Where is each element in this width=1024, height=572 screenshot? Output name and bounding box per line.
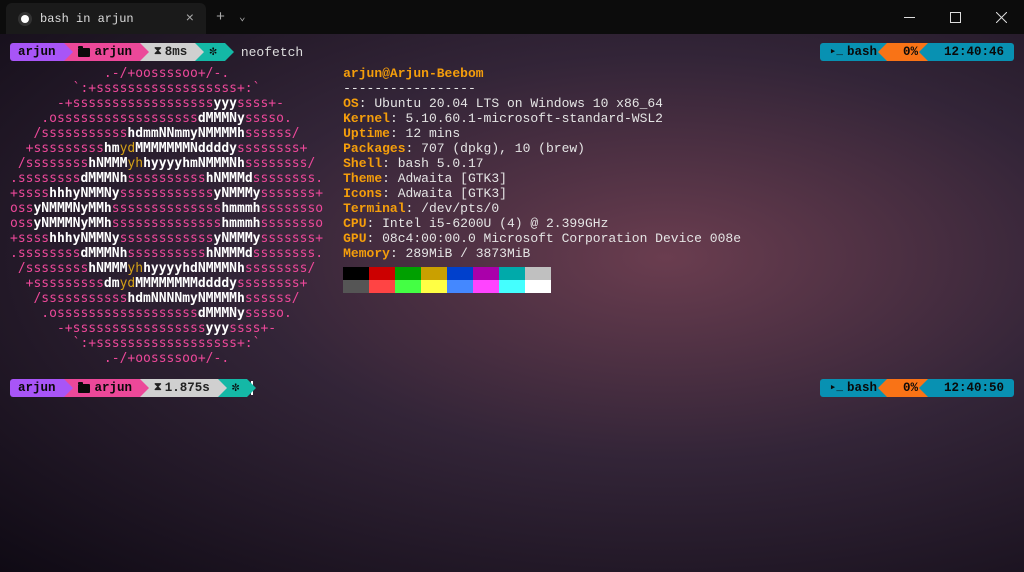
color-block <box>369 267 395 280</box>
tabs-area: bash in arjun × + ⌄ <box>0 0 256 34</box>
prompt-user: arjun <box>10 43 64 61</box>
right-status-1: ▸_bash 0% 12:40:46 <box>820 43 1014 61</box>
prompt-user: arjun <box>10 379 64 397</box>
minimize-button[interactable] <box>886 0 932 34</box>
tab-close-icon[interactable]: × <box>186 12 194 26</box>
color-block <box>369 280 395 293</box>
color-row-1 <box>343 267 741 280</box>
color-block <box>525 280 551 293</box>
hourglass-icon: ⧗ <box>154 379 162 397</box>
tab-title: bash in arjun <box>40 12 134 26</box>
window-controls <box>886 0 1024 34</box>
titlebar: bash in arjun × + ⌄ <box>0 0 1024 34</box>
maximize-button[interactable] <box>932 0 978 34</box>
color-block <box>343 280 369 293</box>
folder-icon <box>78 384 90 393</box>
bang-icon: ✼ <box>232 379 240 397</box>
tab-active[interactable]: bash in arjun × <box>6 3 206 34</box>
tab-controls: + ⌄ <box>206 0 256 34</box>
color-block <box>421 267 447 280</box>
color-block <box>473 267 499 280</box>
tab-dropdown-icon[interactable]: ⌄ <box>239 10 246 24</box>
prompt-line-2: arjun arjun ⧗1.875s ✼ ▸_bash 0% 12:40:50 <box>10 378 1014 398</box>
close-button[interactable] <box>978 0 1024 34</box>
info-line: Packages: 707 (dpkg), 10 (brew) <box>343 141 741 156</box>
color-block <box>421 280 447 293</box>
prompt-dir: arjun <box>64 379 141 397</box>
user-host: arjun@Arjun-Beebom <box>343 66 483 81</box>
color-block <box>525 267 551 280</box>
status-clock: 12:40:50 <box>928 379 1014 397</box>
prompt-dir: arjun <box>64 43 141 61</box>
color-row-2 <box>343 280 741 293</box>
tux-icon <box>18 12 32 26</box>
color-block <box>395 280 421 293</box>
color-block <box>499 280 525 293</box>
hourglass-icon: ⧗ <box>154 43 162 61</box>
prompt-line-1: arjun arjun ⧗8ms ✼ neofetch ▸_bash 0% 12… <box>10 42 1014 62</box>
color-block <box>473 280 499 293</box>
color-block <box>447 280 473 293</box>
status-shell: ▸_bash <box>820 379 887 397</box>
folder-icon <box>78 48 90 57</box>
right-status-2: ▸_bash 0% 12:40:50 <box>820 379 1014 397</box>
info-line: Kernel: 5.10.60.1-microsoft-standard-WSL… <box>343 111 741 126</box>
separator-dashes: ----------------- <box>343 81 741 96</box>
shell-icon: ▸_ <box>830 379 843 397</box>
command-text: neofetch <box>241 45 303 60</box>
info-line: OS: Ubuntu 20.04 LTS on Windows 10 x86_6… <box>343 96 741 111</box>
info-line: Icons: Adwaita [GTK3] <box>343 186 741 201</box>
info-line: Terminal: /dev/pts/0 <box>343 201 741 216</box>
info-line: Uptime: 12 mins <box>343 126 741 141</box>
color-block <box>395 267 421 280</box>
system-info: arjun@Arjun-Beebom ----------------- OS:… <box>343 66 741 366</box>
info-line: Shell: bash 5.0.17 <box>343 156 741 171</box>
color-block <box>499 267 525 280</box>
color-block <box>343 267 369 280</box>
new-tab-icon[interactable]: + <box>216 9 225 26</box>
bang-icon: ✼ <box>209 43 217 61</box>
neofetch-output: .-/+oossssoo+/-. `:+ssssssssssssssssss+:… <box>10 66 1014 366</box>
prompt-exec-time: ⧗1.875s <box>140 379 218 397</box>
color-block <box>447 267 473 280</box>
terminal-body[interactable]: arjun arjun ⧗8ms ✼ neofetch ▸_bash 0% 12… <box>0 34 1024 398</box>
info-line: CPU: Intel i5-6200U (4) @ 2.399GHz <box>343 216 741 231</box>
status-clock: 12:40:46 <box>928 43 1014 61</box>
info-line: GPU: 08c4:00:00.0 Microsoft Corporation … <box>343 231 741 246</box>
ascii-logo: .-/+oossssoo+/-. `:+ssssssssssssssssss+:… <box>10 66 323 366</box>
shell-icon: ▸_ <box>830 43 843 61</box>
status-shell: ▸_bash <box>820 43 887 61</box>
info-line: Memory: 289MiB / 3873MiB <box>343 246 741 261</box>
info-line: Theme: Adwaita [GTK3] <box>343 171 741 186</box>
